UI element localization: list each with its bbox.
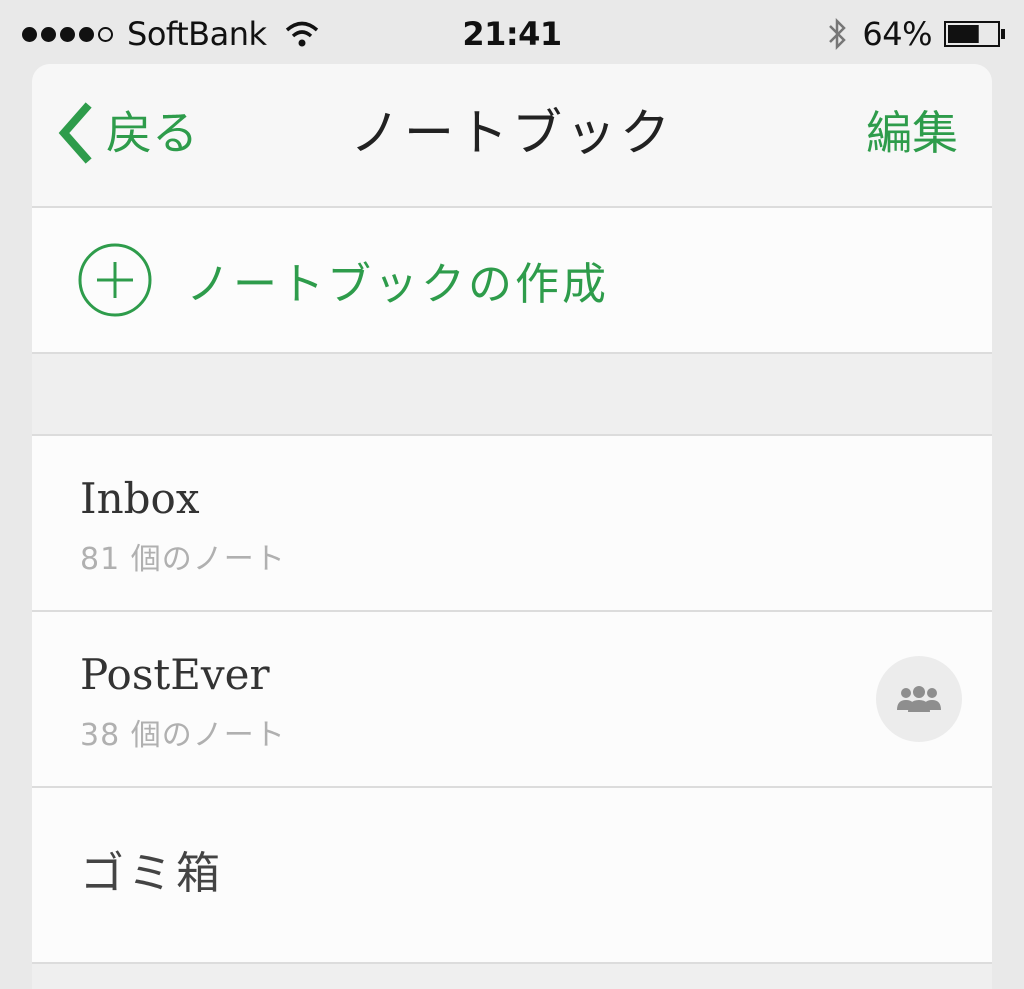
- edit-button[interactable]: 編集: [866, 102, 958, 164]
- plus-circle-icon: [78, 243, 152, 317]
- shared-people-icon: [897, 686, 941, 712]
- bluetooth-icon: [829, 17, 847, 51]
- notebook-name: Inbox: [80, 474, 200, 523]
- status-bar: SoftBank 21:41 64%: [0, 0, 1024, 66]
- notebook-list: Inbox 81 個のノート PostEver 38 個のノート ゴミ箱: [32, 436, 992, 989]
- notebook-name: PostEver: [80, 650, 270, 699]
- battery-icon: [944, 21, 1005, 47]
- status-right: 64%: [826, 14, 1006, 54]
- notebook-note-count: 38 個のノート: [80, 718, 286, 753]
- section-separator: [32, 354, 992, 436]
- page-title: ノートブック: [350, 104, 674, 162]
- list-footer: [32, 964, 992, 989]
- notebook-note-count: 81 個のノート: [80, 542, 286, 577]
- notebook-row-inbox[interactable]: Inbox 81 個のノート: [32, 436, 992, 612]
- notebook-row-postever[interactable]: PostEver 38 個のノート: [32, 612, 992, 788]
- trash-row[interactable]: ゴミ箱: [32, 788, 992, 964]
- create-notebook-label: ノートブックの作成: [186, 259, 609, 310]
- notebooks-panel: 戻る ノートブック 編集 ノートブックの作成 Inbox 81 個のノート Po…: [32, 64, 992, 989]
- battery-percent: 64%: [862, 15, 932, 53]
- navigation-bar: 戻る ノートブック 編集: [32, 64, 992, 208]
- create-notebook-button[interactable]: ノートブックの作成: [32, 208, 992, 354]
- trash-label: ゴミ箱: [80, 848, 224, 899]
- shared-notebook-badge[interactable]: [876, 656, 962, 742]
